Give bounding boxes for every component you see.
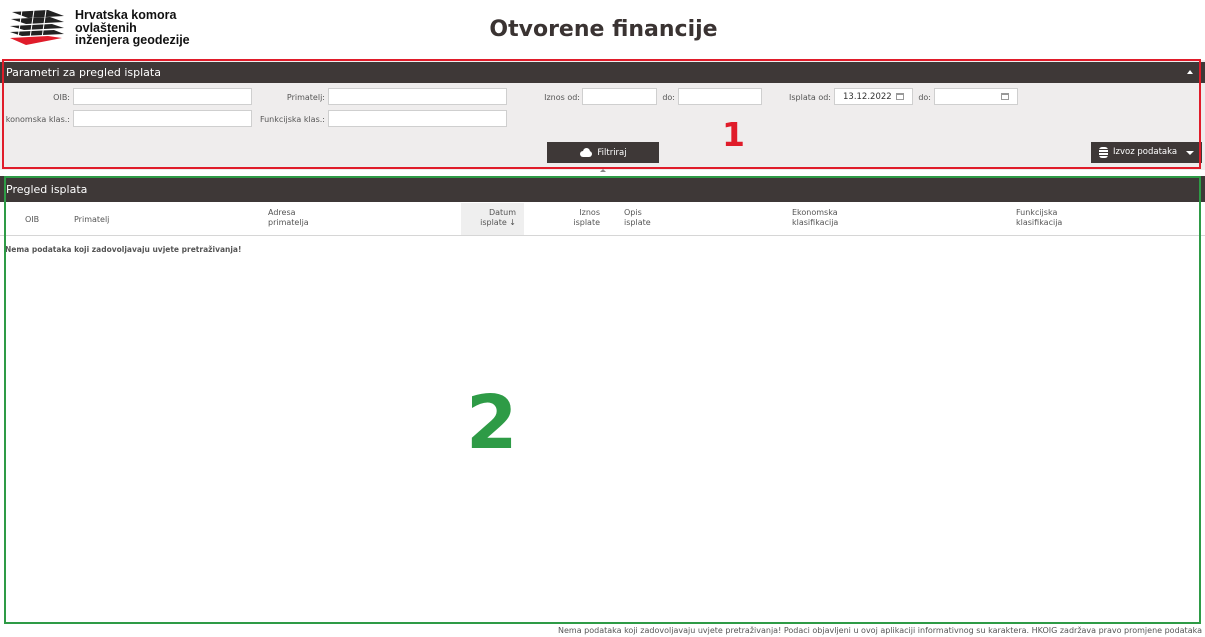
annotation-frame-1 xyxy=(2,59,1201,169)
page-title-text: Otvorene financije xyxy=(489,17,718,42)
footer-text: Nema podataka koji zadovoljavaju uvjete … xyxy=(558,626,1202,635)
annotation-frame-2 xyxy=(4,176,1201,624)
annotation-number-1: 1 xyxy=(722,115,745,154)
page-title: Otvorene financije xyxy=(0,17,1205,42)
annotation-number-2: 2 xyxy=(466,380,518,466)
panel-splitter-handle[interactable] xyxy=(600,169,606,172)
